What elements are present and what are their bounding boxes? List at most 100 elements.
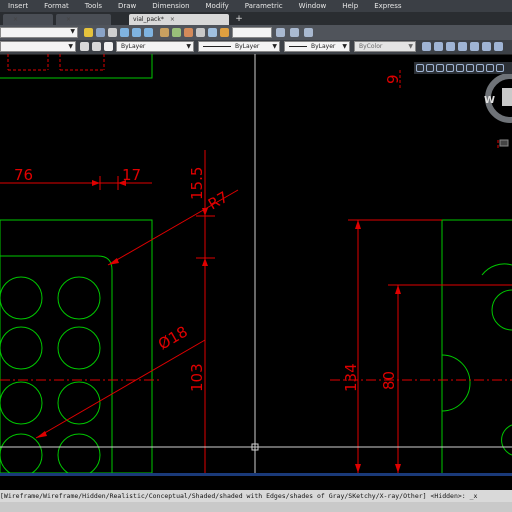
- viewport-bottom-border: [0, 473, 512, 476]
- vial-hole: [0, 381, 43, 425]
- dim-text-r7: R7: [205, 188, 231, 214]
- menu-tools[interactable]: Tools: [77, 2, 110, 10]
- showmotion-nav-icon[interactable]: [446, 64, 454, 72]
- chevron-down-icon: ▼: [408, 43, 413, 50]
- status-bar: [0, 502, 512, 512]
- command-line[interactable]: [Wireframe/Wireframe/Hidden/Realistic/Co…: [0, 490, 512, 502]
- menu-dimension[interactable]: Dimension: [144, 2, 197, 10]
- markup-icon[interactable]: [208, 28, 217, 37]
- crosshair-cursor: [0, 54, 512, 473]
- menu-express[interactable]: Express: [366, 2, 409, 10]
- color-combo[interactable]: ByLayer ▼: [116, 41, 194, 52]
- viewcube[interactable]: W: [476, 74, 512, 154]
- orbit-nav-icon[interactable]: [436, 64, 444, 72]
- menu-modify[interactable]: Modify: [198, 2, 237, 10]
- menu-draw[interactable]: Draw: [110, 2, 144, 10]
- dimension-text-layer: 76 17 15.5 R7 Ø18 103 134 80 9: [14, 74, 402, 392]
- drawing-canvas[interactable]: 76 17 15.5 R7 Ø18 103 134 80 9: [0, 54, 512, 473]
- vial-hole: [57, 276, 101, 320]
- visual-style-hidden-icon[interactable]: [434, 42, 443, 51]
- dim-text-15-5: 15.5: [188, 167, 206, 200]
- tool-palettes-icon[interactable]: [184, 28, 193, 37]
- visual-style-realistic-icon[interactable]: [446, 42, 455, 51]
- file-tab-active[interactable]: vial_pack* ×: [129, 14, 229, 25]
- text-style-icon[interactable]: [276, 28, 285, 37]
- file-tab-bar: × × vial_pack* × +: [0, 12, 512, 25]
- left-part-outline: [0, 219, 153, 473]
- wcs-menu-icon: [499, 139, 509, 147]
- dim-text-76: 76: [14, 166, 33, 184]
- geometry-layer: [0, 54, 512, 473]
- quick-calc-icon[interactable]: [220, 28, 229, 37]
- layer-combo[interactable]: ▼: [0, 41, 76, 52]
- menu-bar: Insert Format Tools Draw Dimension Modif…: [0, 0, 512, 12]
- plotstyle-combo[interactable]: ByColor ▼: [354, 41, 416, 52]
- table-style-icon[interactable]: [304, 28, 313, 37]
- layer-previous-icon[interactable]: [96, 28, 105, 37]
- layer-dropdown[interactable]: ▼: [0, 27, 78, 38]
- right-hole-partial: [501, 424, 512, 456]
- linetype-combo[interactable]: ByLayer ▼: [198, 41, 280, 52]
- zoom-realtime-icon[interactable]: [120, 28, 129, 37]
- visual-style-shaded-icon[interactable]: [470, 42, 479, 51]
- chevron-down-icon: ▼: [342, 43, 347, 50]
- menu-parametric[interactable]: Parametric: [237, 2, 291, 10]
- color-swatch-icon: [104, 42, 113, 51]
- dim-text-134: 134: [342, 363, 360, 392]
- dimension-layer: [0, 54, 512, 473]
- close-icon[interactable]: ×: [66, 16, 71, 23]
- pan-nav-icon[interactable]: [416, 64, 424, 72]
- new-tab-button[interactable]: +: [233, 14, 245, 25]
- inner-pocket-outline: [0, 255, 113, 473]
- zoom-window-nav-icon[interactable]: [476, 64, 484, 72]
- design-center-icon[interactable]: [172, 28, 181, 37]
- menu-format[interactable]: Format: [36, 2, 77, 10]
- linetype-combo-value: ByLayer: [235, 43, 260, 50]
- dim-style-toolbar: [276, 27, 512, 38]
- zoom-window-icon[interactable]: [132, 28, 141, 37]
- dim-text-9: 9: [384, 74, 402, 84]
- make-current-icon[interactable]: [80, 42, 89, 51]
- dim-text-80: 80: [380, 371, 398, 390]
- sheet-set-icon[interactable]: [196, 28, 205, 37]
- layer-match-icon[interactable]: [92, 42, 101, 51]
- vial-hole: [57, 326, 101, 370]
- menu-insert[interactable]: Insert: [0, 2, 36, 10]
- top-box-edge: [0, 54, 153, 79]
- visual-style-xray-icon[interactable]: [494, 42, 503, 51]
- viewcube-face: [502, 88, 512, 106]
- visual-style-conceptual-icon[interactable]: [458, 42, 467, 51]
- right-hole-partial: [491, 289, 512, 331]
- chevron-down-icon: ▼: [68, 43, 73, 50]
- zoom-extents-nav-icon[interactable]: [466, 64, 474, 72]
- file-tab[interactable]: ×: [3, 14, 53, 25]
- file-tab[interactable]: ×: [56, 14, 111, 25]
- color-combo-value: ByLayer: [121, 43, 146, 50]
- lineweight-combo[interactable]: ByLayer ▼: [284, 41, 350, 52]
- visual-style-edges-icon[interactable]: [482, 42, 491, 51]
- dim-text-17: 17: [122, 166, 141, 184]
- menu-window[interactable]: Window: [291, 2, 335, 10]
- compass-w-label: W: [484, 95, 495, 106]
- menu-help[interactable]: Help: [334, 2, 366, 10]
- close-icon[interactable]: ×: [13, 16, 18, 23]
- style-dropdown[interactable]: [232, 27, 272, 38]
- dim-style-icon[interactable]: [290, 28, 299, 37]
- dimension-arrows: [36, 180, 401, 473]
- orbit-free-nav-icon[interactable]: [486, 64, 494, 72]
- walk-nav-icon[interactable]: [496, 64, 504, 72]
- pan-icon[interactable]: [108, 28, 117, 37]
- zoom-previous-icon[interactable]: [144, 28, 153, 37]
- dim-text-103: 103: [188, 363, 206, 392]
- command-line-text: [Wireframe/Wireframe/Hidden/Realistic/Co…: [0, 492, 478, 500]
- vial-hole: [57, 433, 101, 473]
- steering-wheel-icon[interactable]: [456, 64, 464, 72]
- visual-style-wireframe-icon[interactable]: [422, 42, 431, 51]
- zoom-nav-icon[interactable]: [426, 64, 434, 72]
- chevron-down-icon: ▼: [272, 43, 277, 50]
- layer-state-icon[interactable]: [84, 28, 93, 37]
- vial-hole: [0, 276, 43, 320]
- properties-icon[interactable]: [160, 28, 169, 37]
- chevron-down-icon: ▼: [186, 43, 191, 50]
- close-icon[interactable]: ×: [170, 16, 175, 23]
